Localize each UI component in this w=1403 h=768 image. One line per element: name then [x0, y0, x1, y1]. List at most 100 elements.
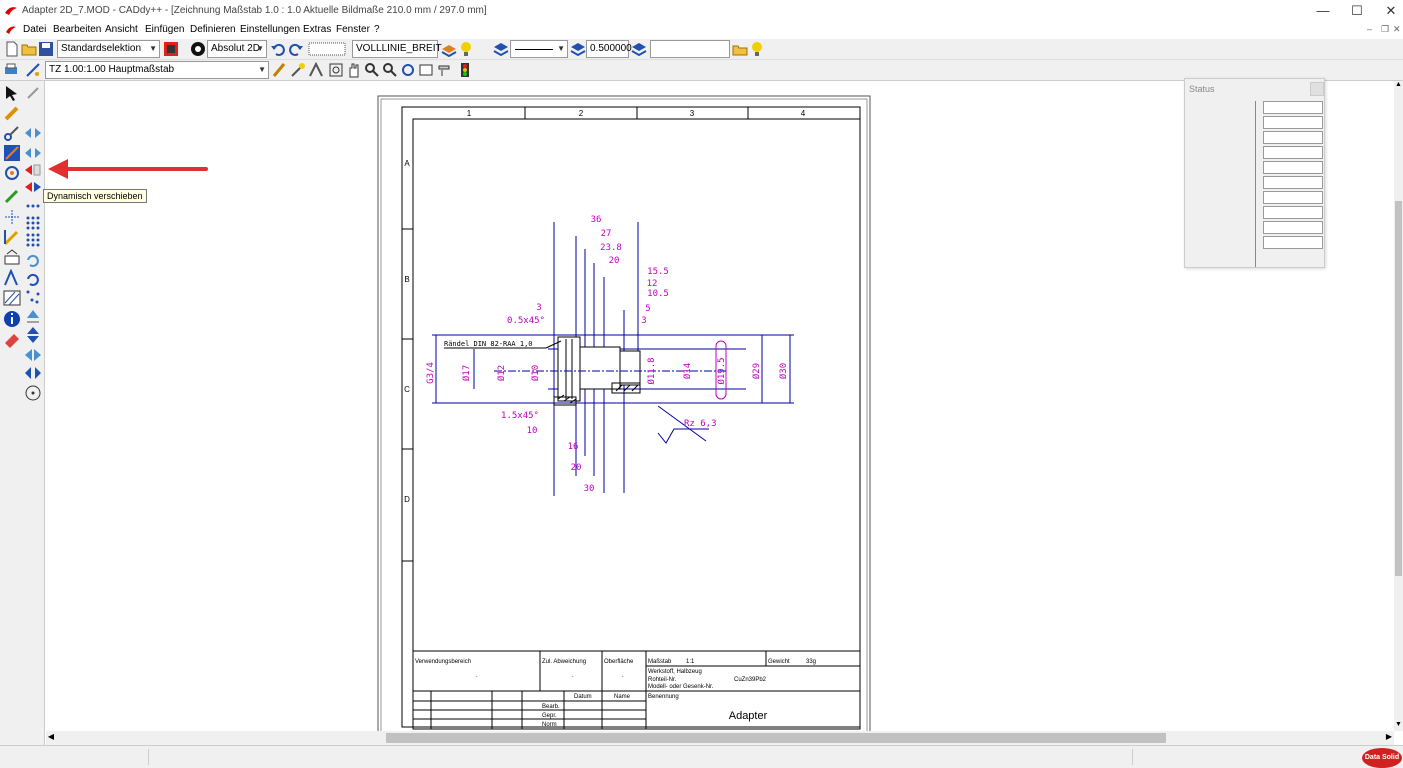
scroll-down-icon[interactable]: ▼	[1394, 721, 1403, 731]
menu-bearbeiten[interactable]: Bearbeiten	[53, 24, 101, 35]
mirror-horizontal-icon[interactable]	[24, 346, 42, 364]
scroll-right-icon[interactable]: ▶	[1384, 732, 1394, 744]
folder-layer-icon[interactable]	[732, 41, 748, 57]
pencil-icon[interactable]	[3, 104, 21, 122]
copy-move-icon[interactable]	[24, 178, 42, 196]
minimize-button[interactable]: —	[1306, 0, 1340, 22]
dia-12: Ø12	[496, 365, 507, 381]
menu-help[interactable]: ?	[374, 24, 380, 35]
rotate-icon[interactable]	[3, 164, 21, 182]
scale-select[interactable]: TZ 1.00:1.00 Hauptmaßstab ▼	[45, 61, 269, 79]
scatter-icon[interactable]	[24, 288, 42, 306]
save-icon[interactable]	[38, 41, 54, 57]
brand-logo: Data Solid	[1362, 748, 1402, 768]
array-icon[interactable]	[24, 214, 42, 232]
layer-settings-icon[interactable]	[631, 41, 647, 57]
wand-icon[interactable]	[290, 62, 306, 78]
mirror-vertical-icon[interactable]	[24, 326, 42, 344]
rotate-copy-icon[interactable]	[24, 251, 42, 269]
mdi-restore-button[interactable]: ❐	[1381, 24, 1389, 35]
maximize-button[interactable]: ☐	[1340, 0, 1374, 22]
dotted-grid-icon[interactable]	[3, 208, 21, 226]
status-bar: Data Solid	[0, 745, 1403, 768]
dim-36: 36	[591, 215, 602, 225]
layer-icon[interactable]	[441, 41, 457, 57]
menu-definieren[interactable]: Definieren	[190, 24, 236, 35]
edit-pointer-icon[interactable]	[24, 84, 42, 102]
mdi-minimize-button[interactable]: –	[1367, 24, 1372, 34]
scale-value: TZ 1.00:1.00 Hauptmaßstab	[49, 64, 175, 75]
circle-point-icon[interactable]	[24, 384, 42, 402]
measure-icon[interactable]	[308, 62, 324, 78]
scale-tool-icon[interactable]	[25, 62, 41, 78]
bulb-icon[interactable]	[458, 41, 474, 57]
tb-norm-label: Norm	[542, 722, 557, 728]
info-icon[interactable]	[3, 310, 21, 328]
tb-weight-label: Gewicht	[768, 659, 790, 665]
eraser-icon[interactable]	[3, 330, 21, 348]
close-button[interactable]: ✕	[1374, 0, 1403, 22]
select-arrow-icon[interactable]	[3, 84, 21, 102]
zoom-out-icon[interactable]	[382, 62, 398, 78]
menu-einstellungen[interactable]: Einstellungen	[240, 24, 300, 35]
zoom-window-icon[interactable]	[328, 62, 344, 78]
undo-icon[interactable]	[270, 41, 286, 57]
status-panel-close-button[interactable]	[1310, 82, 1324, 96]
lightbulb-icon[interactable]	[749, 41, 765, 57]
green-pen-icon[interactable]	[3, 187, 21, 205]
horizontal-scroll-thumb[interactable]	[386, 733, 1166, 743]
tb-designation: Adapter	[729, 710, 768, 722]
open-folder-icon[interactable]	[21, 41, 37, 57]
zoom-all-icon[interactable]	[400, 62, 416, 78]
mdi-close-button[interactable]: ✕	[1393, 24, 1401, 35]
text-edit-icon[interactable]	[3, 248, 21, 266]
chevron-down-icon: ▼	[557, 44, 565, 53]
menu-extras[interactable]: Extras	[303, 24, 331, 35]
scroll-up-icon[interactable]: ▲	[1394, 81, 1403, 91]
new-file-icon[interactable]	[4, 41, 20, 57]
selection-mode-select[interactable]: Standardselektion ▼	[57, 40, 160, 58]
hatch-icon[interactable]	[3, 289, 21, 307]
zoom-previous-icon[interactable]	[418, 62, 434, 78]
zoom-in-icon[interactable]	[364, 62, 380, 78]
mirror-up-icon[interactable]	[24, 308, 42, 326]
text-icon[interactable]	[3, 269, 21, 287]
selection-filter-icon[interactable]	[163, 41, 179, 57]
rotate-multiple-icon[interactable]	[24, 270, 42, 288]
dia-14: Ø14	[682, 363, 693, 379]
matrix-copy-icon[interactable]	[24, 231, 42, 249]
menu-ansicht[interactable]: Ansicht	[105, 24, 138, 35]
stretch-icon[interactable]	[24, 364, 42, 382]
line-width-field[interactable]: 0.500000	[586, 40, 632, 58]
print-icon[interactable]	[3, 62, 19, 78]
dynamic-move-icon[interactable]	[24, 161, 42, 179]
line-width-icon[interactable]	[570, 41, 586, 57]
transform-icon[interactable]	[3, 144, 21, 162]
status-row	[1263, 146, 1323, 159]
extra-input-field[interactable]	[650, 40, 730, 58]
coordinate-mode-select[interactable]: Absolut 2D ▼	[207, 40, 267, 58]
hatch-pattern-icon[interactable]	[308, 41, 346, 57]
move-horizontal-icon[interactable]	[24, 124, 42, 142]
layer-stack-icon[interactable]	[493, 41, 509, 57]
traffic-light-icon[interactable]	[457, 62, 473, 78]
horizontal-scrollbar[interactable]: ◀ ▶	[46, 731, 1394, 745]
line-type-field[interactable]: VOLLLINIE_BREIT	[352, 40, 442, 58]
menu-datei[interactable]: Datei	[23, 24, 46, 35]
coordinate-system-icon[interactable]	[190, 41, 206, 57]
scroll-left-icon[interactable]: ◀	[46, 732, 56, 744]
pan-hand-icon[interactable]	[346, 62, 362, 78]
vertical-scrollbar[interactable]: ▲ ▼	[1394, 81, 1403, 731]
menu-einfuegen[interactable]: Einfügen	[145, 24, 184, 35]
pen-ruler-icon[interactable]	[272, 62, 288, 78]
move-arrows-icon[interactable]	[24, 144, 42, 162]
vertical-scroll-thumb[interactable]	[1395, 201, 1402, 576]
menu-fenster[interactable]: Fenster	[336, 24, 370, 35]
app-menu-icon[interactable]	[5, 25, 17, 35]
scissors-icon[interactable]	[3, 124, 21, 142]
line-style-select[interactable]: ▼	[510, 40, 568, 58]
redraw-icon[interactable]	[436, 62, 452, 78]
dot-pattern-icon[interactable]	[24, 197, 42, 215]
snap-icon[interactable]	[3, 228, 21, 246]
redo-icon[interactable]	[288, 41, 304, 57]
